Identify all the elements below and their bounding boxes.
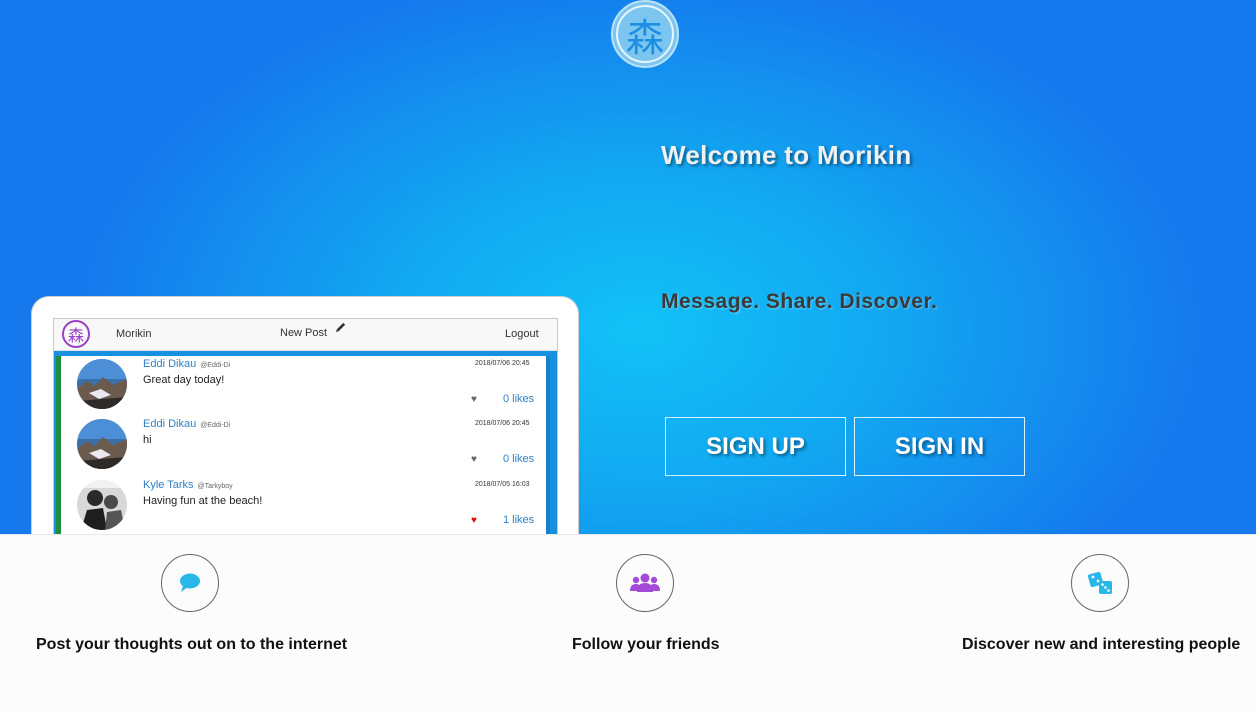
post-likes: 0 likes [503, 453, 535, 465]
post-text: Having fun at the beach! [143, 495, 263, 507]
heart-icon: ♥ [471, 454, 477, 465]
list-item: Eddi Dikau @Eddi-Di Great day today! 2018… [61, 356, 546, 416]
heart-icon: ♥ [471, 515, 477, 526]
logo-glyph: 森 [616, 5, 674, 63]
tagline: Message. Share. Discover. [661, 290, 938, 313]
list-item: Kyle Tarks @Tarkyboy Having fun at the be… [61, 477, 546, 534]
mockup-navbar: 森 Morikin New Post Logout [54, 319, 557, 351]
heart-icon: ♥ [471, 394, 477, 405]
list-item: Eddi Dikau @Eddi-Di hi 2018/07/06 20:45 ♥… [61, 416, 546, 476]
avatar [77, 419, 127, 469]
post-date: 2018/07/05 16:03 [475, 481, 530, 488]
users-group-icon [616, 554, 674, 612]
sign-in-button[interactable]: SIGN IN [854, 417, 1025, 476]
hero-section: 森 Welcome to Morikin Message. Share. Dis… [0, 0, 1256, 534]
avatar [77, 480, 127, 530]
chat-bubble-icon [161, 554, 219, 612]
post-likes: 1 likes [503, 514, 535, 526]
mockup-new-post: New Post [280, 327, 328, 339]
welcome-heading: Welcome to Morikin [661, 140, 912, 170]
post-likes: 0 likes [503, 393, 535, 405]
mockup-screen: 森 Morikin New Post Logout Eddi Dikau @Ed… [53, 318, 558, 534]
feature-follow-text: Follow your friends [572, 636, 720, 653]
mockup-logout: Logout [505, 328, 539, 340]
post-date: 2018/07/06 20:45 [475, 420, 530, 427]
laptop-mockup: 森 Morikin New Post Logout Eddi Dikau @Ed… [31, 296, 579, 534]
avatar [77, 359, 127, 409]
dice-icon [1071, 554, 1129, 612]
post-date: 2018/07/06 20:45 [475, 360, 530, 367]
mockup-logo: 森 [62, 320, 90, 348]
post-author: Kyle Tarks [143, 479, 194, 491]
post-handle: @Tarkyboy [197, 483, 233, 490]
mockup-brand: Morikin [116, 328, 152, 340]
mockup-feed: Eddi Dikau @Eddi-Di Great day today! 2018… [56, 356, 550, 534]
post-author: Eddi Dikau [143, 418, 197, 430]
post-text: Great day today! [143, 374, 225, 386]
pencil-icon [334, 321, 347, 337]
sign-up-button[interactable]: SIGN UP [665, 417, 846, 476]
feature-discover-text: Discover new and interesting people [962, 636, 1241, 653]
post-handle: @Eddi-Di [200, 362, 231, 369]
post-handle: @Eddi-Di [200, 422, 231, 429]
morikin-logo[interactable]: 森 [611, 0, 679, 68]
feature-post-text: Post your thoughts out on to the interne… [36, 636, 348, 653]
post-text: hi [143, 434, 152, 446]
post-author: Eddi Dikau [143, 358, 197, 370]
features-section: Post your thoughts out on to the interne… [0, 534, 1256, 713]
